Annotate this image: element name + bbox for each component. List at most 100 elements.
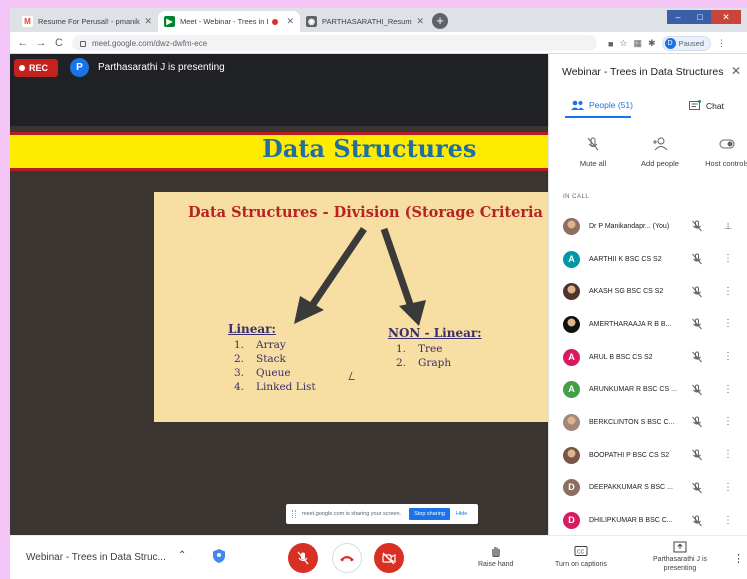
close-tab-icon[interactable]: ✕	[286, 16, 294, 27]
url-text: meet.google.com/dwz-dwfm-ece	[92, 38, 208, 48]
tab-pdf[interactable]: ◉ PARTHASARATHI_Resume_2020... ✕	[300, 11, 430, 32]
participant-avatar: D	[563, 512, 580, 530]
participant-row[interactable]: D DHILIPKUMAR B BSC C... ⋮	[549, 504, 747, 537]
more-options-icon[interactable]: ⋮	[723, 384, 733, 396]
more-options-icon[interactable]: ⋮	[723, 253, 733, 265]
pin-icon[interactable]: ⊥	[723, 220, 733, 232]
toggle-icon	[719, 136, 735, 152]
tab-title: Meet - Webinar - Trees in D...	[180, 17, 269, 26]
host-controls-button[interactable]: Host controls	[697, 136, 747, 168]
mic-off-icon	[692, 318, 702, 330]
microphone-toggle-button[interactable]	[288, 543, 318, 573]
more-options-icon[interactable]: ⋮	[723, 351, 733, 363]
panel-title: Webinar - Trees in Data Structures	[562, 66, 724, 78]
hide-button[interactable]: Hide	[456, 511, 467, 517]
more-options-icon[interactable]: ⋮	[723, 416, 733, 428]
participant-row[interactable]: A AARTHII K BSC CS S2 ⋮	[549, 243, 747, 276]
participant-avatar	[563, 283, 580, 301]
tab-title: PARTHASARATHI_Resume_2020...	[322, 17, 412, 26]
hand-icon	[492, 547, 500, 557]
more-options-icon[interactable]: ⋮	[723, 318, 733, 330]
tab-people-label: People (51)	[589, 100, 633, 110]
profile-status: Paused	[678, 39, 705, 48]
participant-list: Dr P Manikandapr... (You) ⊥ A AARTHII K BSC…	[549, 210, 747, 537]
url-bar[interactable]: meet.google.com/dwz-dwfm-ece	[72, 35, 597, 51]
chevron-up-icon[interactable]: ⌃	[178, 550, 186, 561]
close-window-button[interactable]: ✕	[711, 10, 741, 24]
participant-row[interactable]: D DEEPAKKUMAR S BSC ... ⋮	[549, 472, 747, 505]
add-people-button[interactable]: Add people	[630, 136, 690, 168]
participant-row[interactable]: A ARUL B BSC CS S2 ⋮	[549, 341, 747, 374]
list-item: 2. Graph	[396, 357, 452, 369]
more-options-icon[interactable]: ⋮	[723, 449, 733, 461]
drag-handle-icon[interactable]	[292, 510, 296, 518]
participant-row[interactable]: AMERTHARAAJA R B B... ⋮	[549, 308, 747, 341]
mic-off-icon	[692, 384, 702, 396]
minimize-button[interactable]: –	[667, 10, 689, 24]
svg-text:CC: CC	[577, 550, 585, 556]
presenter-status: Parthasarathi J is presenting	[98, 62, 225, 73]
presenting-button[interactable]: Parthasarathi J is presenting	[650, 541, 710, 573]
tab-people[interactable]: People (51)	[571, 100, 633, 110]
forward-icon[interactable]: →	[32, 37, 50, 49]
leave-call-button[interactable]	[332, 543, 362, 573]
participant-row[interactable]: AKASH SG BSC CS S2 ⋮	[549, 275, 747, 308]
shield-icon[interactable]	[212, 548, 226, 564]
participant-row[interactable]: BOOPATHI P BSC CS S2 ⋮	[549, 439, 747, 472]
tab-strip: M Resume For Perusal! - pmanikan... ✕ ▶ …	[10, 8, 747, 32]
presenting-label: Parthasarathi J is presenting	[652, 556, 708, 572]
presentation-stage: REC P Parthasarathi J is presenting Data…	[10, 54, 548, 535]
captions-icon: CC	[574, 546, 588, 556]
reload-icon[interactable]: C	[50, 37, 68, 49]
more-options-icon[interactable]: ⋮	[723, 515, 733, 527]
menu-icon[interactable]: ⋮	[717, 38, 726, 49]
camera-toggle-button[interactable]	[374, 543, 404, 573]
maximize-button[interactable]: □	[689, 10, 711, 24]
extensions-icon[interactable]: ✱	[648, 38, 656, 49]
meeting-details-button[interactable]: Webinar - Trees in Data Struc...	[26, 552, 166, 563]
mic-off-icon	[692, 449, 702, 461]
people-panel: Webinar - Trees in Data Structures ✕ Peo…	[548, 54, 747, 535]
more-options-icon[interactable]: ⋮	[723, 286, 733, 298]
browser-window: M Resume For Perusal! - pmanikan... ✕ ▶ …	[10, 8, 747, 579]
profile-button[interactable]: D Paused	[661, 36, 712, 51]
globe-icon: ◉	[306, 16, 317, 27]
active-tab-indicator	[565, 116, 631, 118]
mute-all-button[interactable]: Mute all	[563, 136, 623, 168]
close-tab-icon[interactable]: ✕	[416, 16, 424, 27]
mic-off-icon	[297, 551, 309, 565]
participant-avatar	[563, 315, 580, 333]
close-tab-icon[interactable]: ✕	[144, 16, 152, 27]
raise-hand-button[interactable]: Raise hand	[478, 545, 513, 568]
stop-sharing-button[interactable]: Stop sharing	[409, 508, 450, 520]
more-options-icon[interactable]: ⋮	[733, 552, 744, 565]
add-person-icon	[652, 136, 668, 152]
new-tab-button[interactable]: +	[432, 13, 448, 29]
mic-off-icon	[692, 416, 702, 428]
star-icon[interactable]: ☆	[619, 38, 627, 49]
mic-off-icon	[692, 482, 702, 494]
close-panel-icon[interactable]: ✕	[731, 64, 741, 78]
captions-button[interactable]: CC Turn on captions	[555, 545, 607, 568]
qr-icon[interactable]: ▦	[634, 38, 643, 49]
back-icon[interactable]: ←	[14, 37, 32, 49]
more-options-icon[interactable]: ⋮	[723, 482, 733, 494]
participant-avatar	[563, 217, 580, 235]
presenter-avatar: P	[70, 58, 89, 77]
slide-arrows	[294, 227, 426, 326]
participant-name: AMERTHARAAJA R B B...	[589, 320, 672, 328]
lock-icon	[80, 41, 86, 47]
mic-off-icon	[692, 253, 702, 265]
present-screen-icon	[673, 541, 687, 553]
tab-resume[interactable]: M Resume For Perusal! - pmanikan... ✕	[16, 11, 158, 32]
participant-row[interactable]: BERKCLINTON S BSC C... ⋮	[549, 406, 747, 439]
participant-row[interactable]: A ARUNKUMAR R BSC CS ... ⋮	[549, 373, 747, 406]
participant-row[interactable]: Dr P Manikandapr... (You) ⊥	[549, 210, 747, 243]
tab-chat[interactable]: Chat	[689, 100, 724, 111]
participant-name: DEEPAKKUMAR S BSC ...	[589, 484, 673, 492]
camera-indicator-icon[interactable]: ■	[608, 39, 613, 49]
participant-avatar: A	[563, 348, 580, 366]
tab-meet[interactable]: ▶ Meet - Webinar - Trees in D... ✕	[158, 11, 300, 32]
nonlinear-list: 1. Tree 2. Graph	[396, 342, 451, 370]
participant-name: BERKCLINTON S BSC C...	[589, 418, 675, 426]
